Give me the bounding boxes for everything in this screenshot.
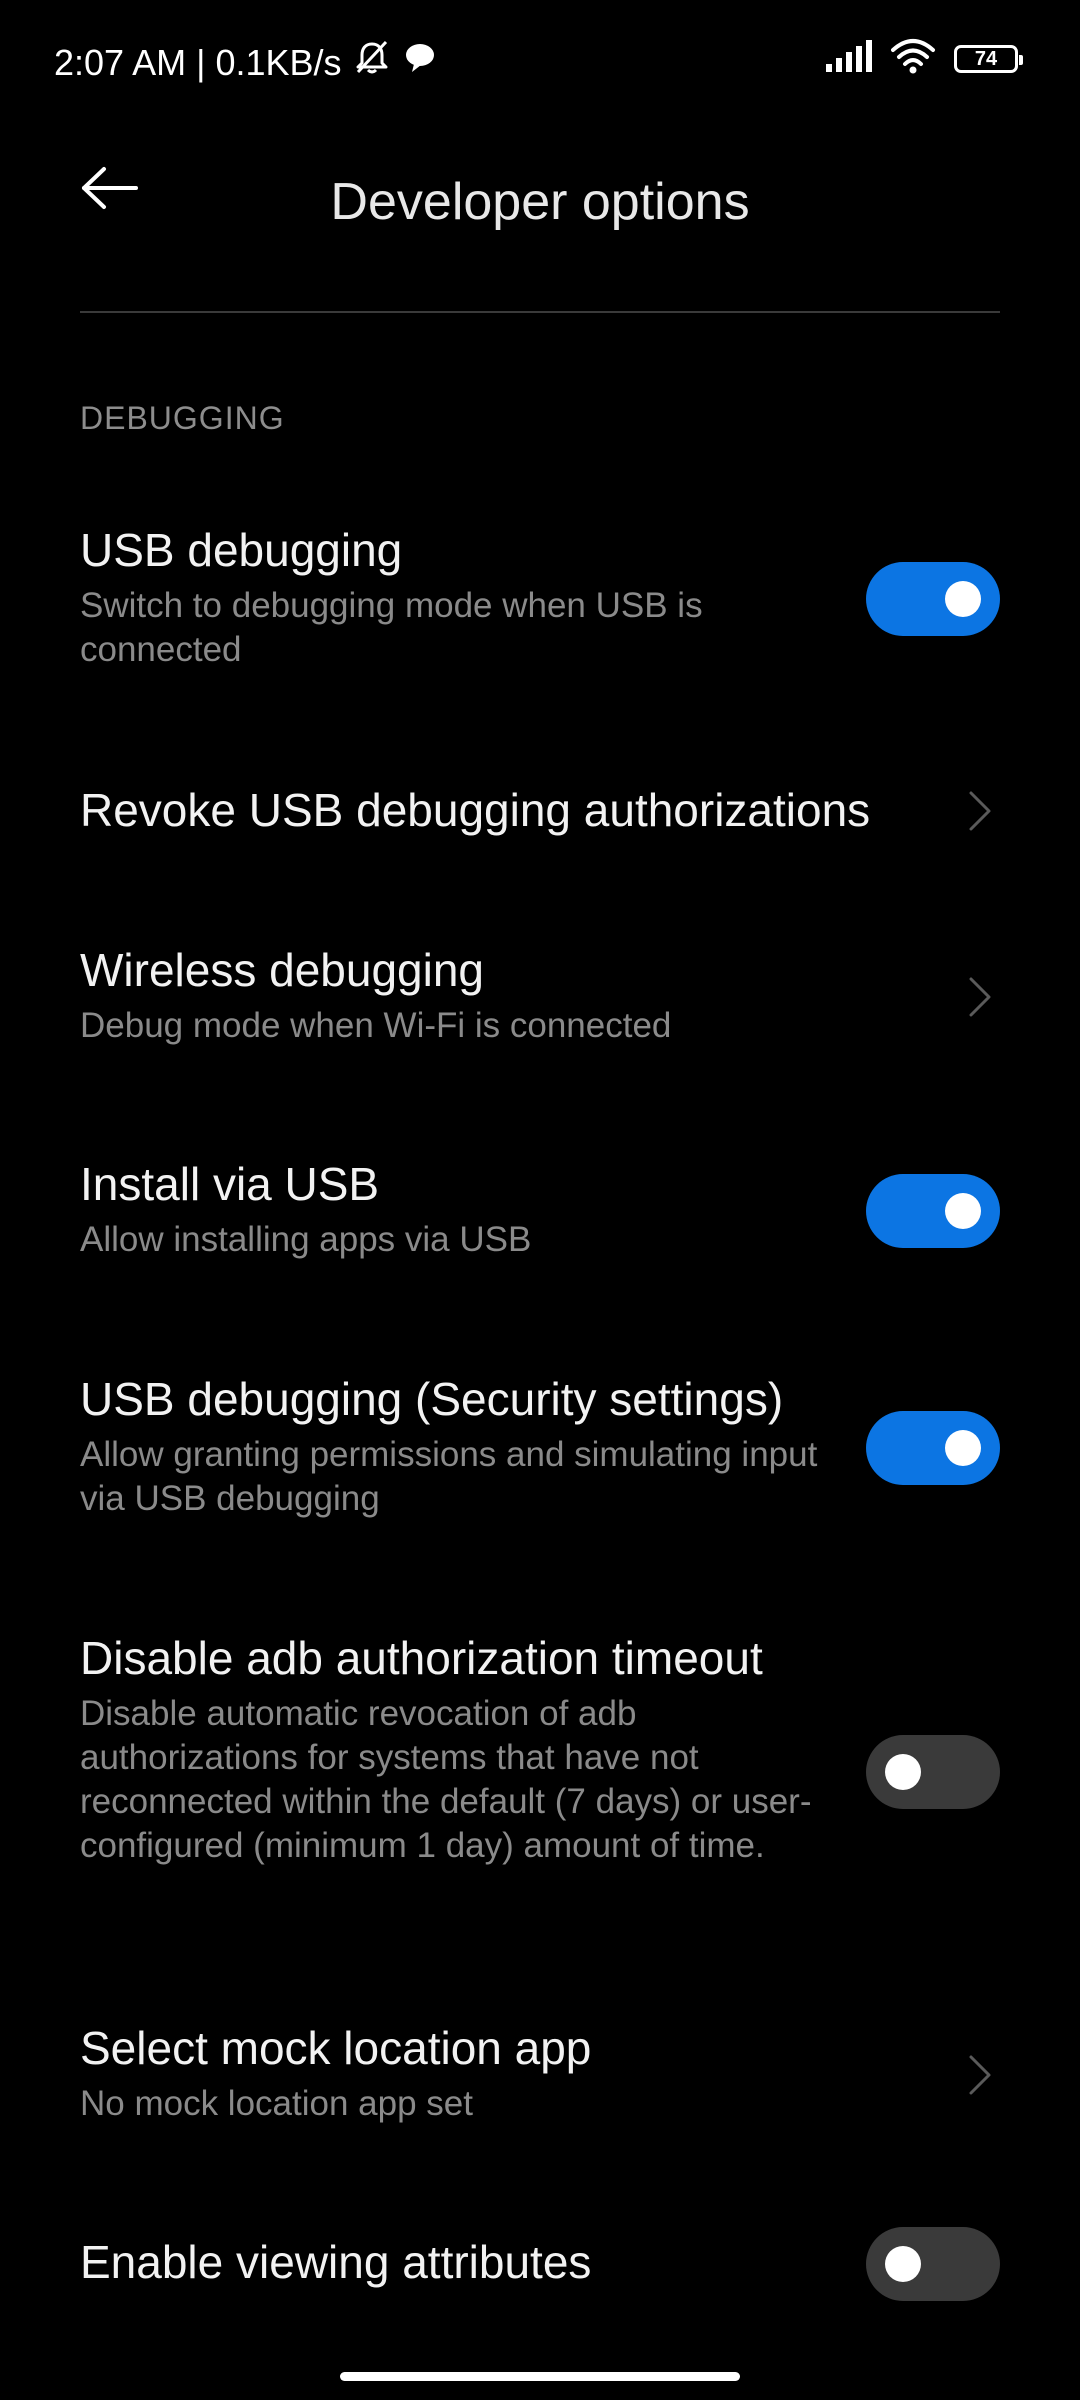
- home-indicator[interactable]: [340, 2372, 740, 2381]
- app-bar: Developer options: [0, 124, 1080, 354]
- switch-knob: [885, 2246, 921, 2282]
- wifi-icon: [890, 38, 936, 79]
- muted-bell-icon: [352, 38, 392, 87]
- setting-title: Disable adb authorization timeout: [80, 1632, 763, 1684]
- setting-summary: Disable automatic revocation of adb auth…: [80, 1694, 812, 1865]
- setting-summary: Allow installing apps via USB: [80, 1220, 532, 1259]
- setting-title: Wireless debugging: [80, 944, 485, 996]
- usb-debugging-security-switch[interactable]: [866, 1411, 1000, 1485]
- battery-icon: 74: [954, 44, 1023, 73]
- setting-summary: No mock location app set: [80, 2084, 473, 2123]
- chevron-right-icon: [960, 972, 1000, 1022]
- switch-knob: [945, 1193, 981, 1229]
- signal-icon: [824, 40, 872, 77]
- switch-knob: [945, 1430, 981, 1466]
- setting-select-mock-location-app[interactable]: Select mock location app No mock locatio…: [80, 2018, 1000, 2138]
- usb-debugging-switch[interactable]: [866, 562, 1000, 636]
- setting-install-via-usb[interactable]: Install via USB Allow installing apps vi…: [80, 1154, 1000, 1274]
- battery-level: 74: [974, 47, 998, 70]
- message-bubble-icon: [402, 40, 438, 85]
- setting-summary: Allow granting permissions and simulatin…: [80, 1435, 818, 1518]
- switch-knob: [945, 581, 981, 617]
- setting-enable-viewing-attributes[interactable]: Enable viewing attributes: [80, 2227, 1000, 2312]
- setting-disable-adb-timeout[interactable]: Disable adb authorization timeout Disabl…: [80, 1628, 1000, 1918]
- setting-summary: Switch to debugging mode when USB is con…: [80, 586, 703, 669]
- setting-title: Install via USB: [80, 1158, 380, 1210]
- section-header-debugging: DEBUGGING: [80, 400, 285, 436]
- setting-usb-debugging[interactable]: USB debugging Switch to debugging mode w…: [80, 520, 1000, 680]
- chevron-right-icon: [960, 2050, 1000, 2100]
- status-bar: 2:07 AM | 0.1KB/s 74: [0, 0, 1080, 124]
- status-time-speed: 2:07 AM | 0.1KB/s: [54, 41, 342, 83]
- setting-usb-debugging-security[interactable]: USB debugging (Security settings) Allow …: [80, 1369, 1000, 1529]
- chevron-right-icon: [960, 786, 1000, 836]
- setting-title: Revoke USB debugging authorizations: [80, 784, 871, 836]
- install-via-usb-switch[interactable]: [866, 1174, 1000, 1248]
- page-title: Developer options: [330, 173, 750, 231]
- setting-revoke-usb-authorizations[interactable]: Revoke USB debugging authorizations: [80, 780, 1000, 842]
- switch-knob: [885, 1754, 921, 1790]
- setting-title: USB debugging (Security settings): [80, 1373, 784, 1425]
- enable-viewing-attributes-switch[interactable]: [866, 2227, 1000, 2301]
- disable-adb-timeout-switch[interactable]: [866, 1735, 1000, 1809]
- setting-summary: Debug mode when Wi-Fi is connected: [80, 1006, 672, 1045]
- setting-title: Select mock location app: [80, 2022, 592, 2074]
- setting-wireless-debugging[interactable]: Wireless debugging Debug mode when Wi-Fi…: [80, 940, 1000, 1060]
- setting-title: Enable viewing attributes: [80, 2236, 592, 2288]
- header-divider: [80, 311, 1000, 313]
- setting-title: USB debugging: [80, 524, 403, 576]
